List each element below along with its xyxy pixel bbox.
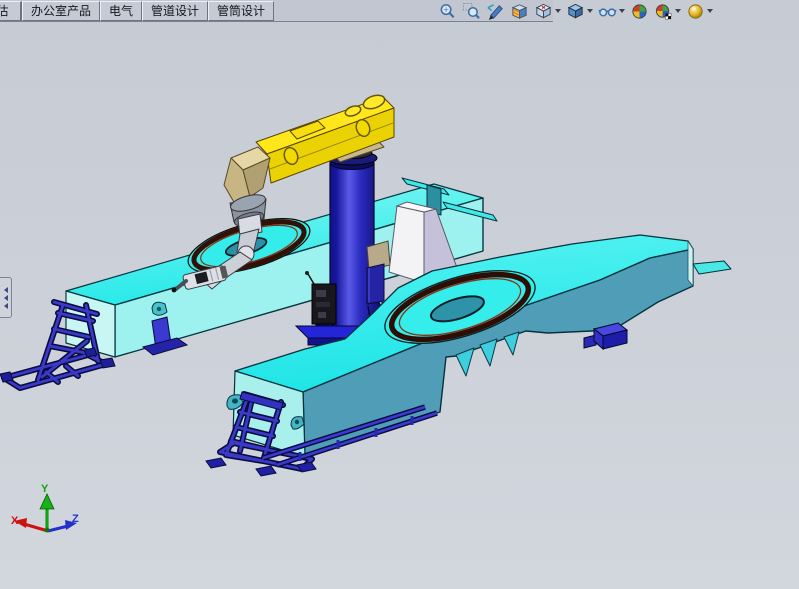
triad-z-label: Z bbox=[72, 513, 79, 525]
tab-piping-design[interactable]: 管道设计 bbox=[142, 1, 208, 21]
triad-x-label: X bbox=[11, 515, 19, 527]
tab-office-products[interactable]: 办公室产品 bbox=[22, 1, 100, 21]
hide-show-items-dropdown[interactable] bbox=[619, 9, 625, 13]
apply-scene-dropdown[interactable] bbox=[675, 9, 681, 13]
zoom-to-area-icon[interactable] bbox=[462, 1, 481, 21]
display-style-icon[interactable] bbox=[566, 1, 593, 21]
display-style-dropdown[interactable] bbox=[587, 9, 593, 13]
collapse-arrow-icon bbox=[4, 287, 8, 293]
section-view-icon[interactable] bbox=[510, 1, 529, 21]
heads-up-view-toolbar bbox=[438, 1, 713, 21]
previous-view-icon[interactable] bbox=[486, 1, 505, 21]
triad-y-label: Y bbox=[41, 483, 49, 495]
zoom-to-fit-icon[interactable] bbox=[438, 1, 457, 21]
feature-panel-collapsed-tab[interactable] bbox=[0, 277, 12, 318]
tab-evaluate-clipped[interactable]: 估 bbox=[0, 1, 22, 21]
cad-application-window: X Y Z 估 办公室产品 电气 管道设计 管筒设计 bbox=[0, 0, 799, 589]
tab-tubing-design[interactable]: 管筒设计 bbox=[208, 1, 274, 21]
edit-appearance-icon[interactable] bbox=[630, 1, 649, 21]
collapse-arrow-icon bbox=[4, 303, 8, 309]
view-settings-dropdown[interactable] bbox=[707, 9, 713, 13]
hide-show-items-icon[interactable] bbox=[598, 1, 625, 21]
view-orientation-dropdown[interactable] bbox=[555, 9, 561, 13]
viewport-3d[interactable]: X Y Z bbox=[0, 0, 799, 589]
view-orientation-icon[interactable] bbox=[534, 1, 561, 21]
collapse-arrow-icon bbox=[4, 295, 8, 301]
view-settings-icon[interactable] bbox=[686, 1, 713, 21]
torch-tip bbox=[172, 288, 177, 293]
tab-electrical[interactable]: 电气 bbox=[100, 1, 142, 21]
apply-scene-icon[interactable] bbox=[654, 1, 681, 21]
